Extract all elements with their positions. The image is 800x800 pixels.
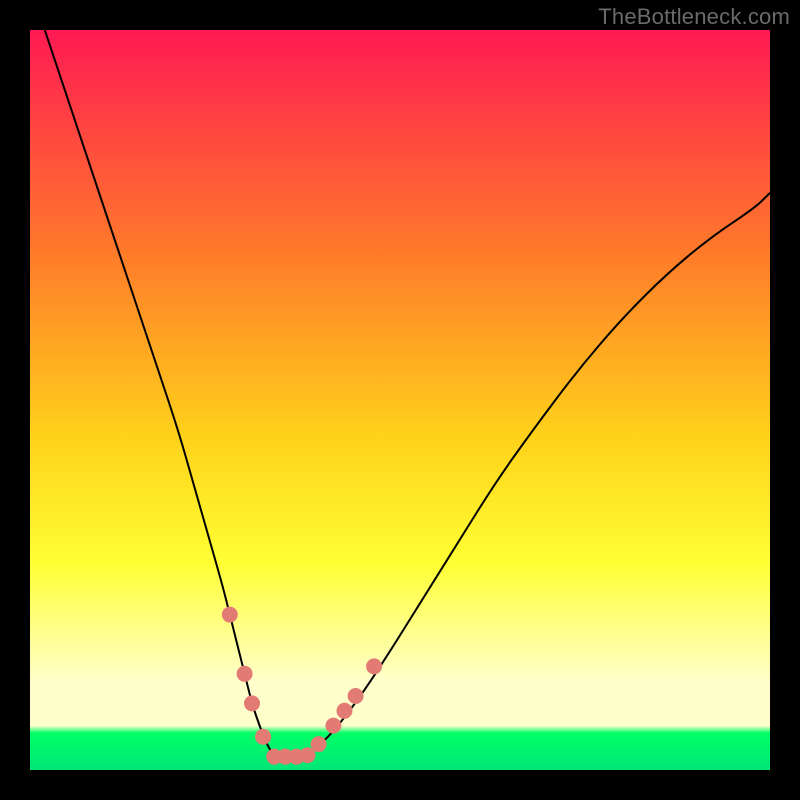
data-marker [337,703,353,719]
data-marker [255,729,271,745]
data-marker [237,666,253,682]
plot-background [30,30,770,770]
data-marker [325,718,341,734]
data-marker [366,658,382,674]
watermark-text: TheBottleneck.com [598,4,790,30]
chart-frame: TheBottleneck.com [0,0,800,800]
data-marker [348,688,364,704]
data-marker [311,736,327,752]
data-marker [222,607,238,623]
chart-svg [30,30,770,770]
data-marker [244,695,260,711]
